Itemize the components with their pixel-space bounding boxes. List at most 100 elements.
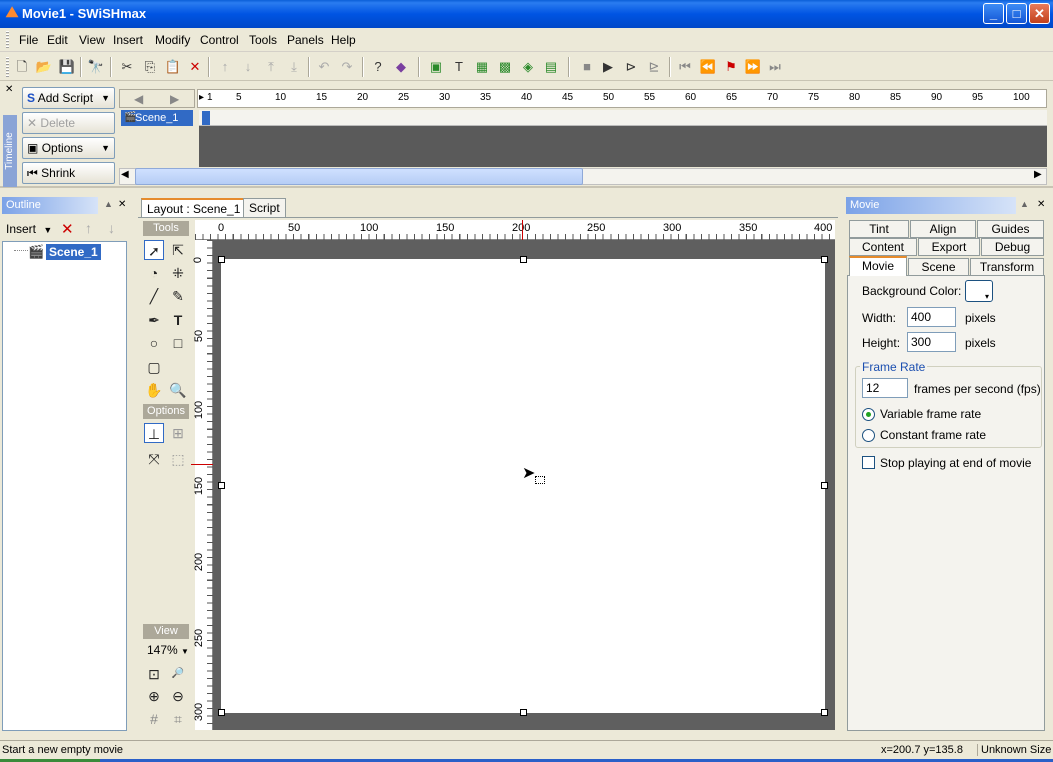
scene-frames-row[interactable] bbox=[199, 110, 1047, 126]
shrink-button[interactable]: ⏮ Shrink bbox=[22, 162, 115, 184]
resize-handle-w[interactable] bbox=[218, 482, 225, 489]
hand-tool-icon[interactable]: ✋ bbox=[144, 380, 164, 400]
zoom-tool-icon[interactable]: 🔍 bbox=[168, 380, 188, 400]
pencil-tool-icon[interactable]: ✎ bbox=[168, 286, 188, 306]
outline-move-down-icon[interactable]: ↓ bbox=[108, 220, 115, 236]
snap-grid-icon[interactable]: ⌗ bbox=[168, 709, 188, 729]
timeline-side-tab[interactable]: Timeline bbox=[3, 115, 17, 187]
play-icon[interactable]: ▶ bbox=[598, 58, 618, 76]
open-icon[interactable]: 📂 bbox=[34, 58, 54, 76]
menu-panels[interactable]: Panels bbox=[287, 33, 324, 47]
delete-button[interactable]: ✕ Delete bbox=[22, 112, 115, 134]
paste-icon[interactable]: 📋 bbox=[163, 58, 183, 76]
redo-icon[interactable]: ↷ bbox=[337, 58, 357, 76]
copy-icon[interactable]: ⎘ bbox=[140, 58, 160, 76]
subselect-tool-icon[interactable]: ⇱ bbox=[168, 240, 188, 260]
timeline-close-icon[interactable]: ✕ bbox=[5, 84, 13, 95]
motion-path-tool-icon[interactable]: ⁜ bbox=[168, 263, 188, 283]
stage-canvas[interactable] bbox=[221, 259, 825, 713]
tab-debug[interactable]: Debug bbox=[981, 238, 1044, 256]
add-script-button[interactable]: S Add Script ▼ bbox=[22, 87, 115, 109]
insert-text-icon[interactable]: T bbox=[449, 58, 469, 76]
insert-content-icon[interactable]: ▩ bbox=[495, 58, 515, 76]
minimize-button[interactable]: _ bbox=[983, 3, 1004, 24]
delete-icon[interactable]: ✕ bbox=[185, 58, 205, 76]
rectangle-tool-icon[interactable]: □ bbox=[168, 333, 188, 353]
move-up-icon[interactable]: ↑ bbox=[215, 58, 235, 76]
zoom-out-icon[interactable]: ⊖ bbox=[168, 686, 188, 706]
resize-handle-ne[interactable] bbox=[821, 256, 828, 263]
outline-scene-item[interactable]: Scene_1 bbox=[46, 244, 101, 260]
save-icon[interactable]: 💾 bbox=[57, 58, 77, 76]
menu-view[interactable]: View bbox=[79, 33, 105, 47]
first-frame-icon[interactable]: ⏮ bbox=[675, 58, 695, 76]
tab-tint[interactable]: Tint bbox=[849, 220, 909, 238]
resize-handle-e[interactable] bbox=[821, 482, 828, 489]
height-input[interactable]: 300 bbox=[907, 332, 956, 352]
move-bottom-icon[interactable]: ⤓ bbox=[284, 58, 304, 76]
width-input[interactable]: 400 bbox=[907, 307, 956, 327]
select-tool-icon[interactable]: ➚ bbox=[144, 240, 164, 260]
outline-close-icon[interactable]: ✕ bbox=[118, 199, 126, 210]
menu-control[interactable]: Control bbox=[200, 33, 239, 47]
stop-playing-checkbox[interactable] bbox=[862, 456, 875, 469]
context-help-icon[interactable]: ? bbox=[368, 58, 388, 76]
tab-movie[interactable]: Movie bbox=[849, 256, 907, 276]
panel-close-icon[interactable]: ✕ bbox=[1037, 199, 1045, 210]
last-frame-icon[interactable]: ⏭ bbox=[765, 58, 785, 76]
tab-export[interactable]: Export bbox=[918, 238, 980, 256]
next-frame-icon[interactable]: ⏩ bbox=[743, 58, 763, 76]
maximize-button[interactable]: □ bbox=[1006, 3, 1027, 24]
scroll-left-icon[interactable]: ◀ bbox=[121, 169, 129, 180]
distort-option-icon[interactable]: ⬚ bbox=[168, 449, 188, 469]
menu-file[interactable]: File bbox=[19, 33, 38, 47]
outline-tree[interactable] bbox=[2, 241, 127, 731]
ellipse-tool-icon[interactable]: ○ bbox=[144, 333, 164, 353]
close-button[interactable]: ✕ bbox=[1029, 3, 1050, 24]
outline-collapse-icon[interactable]: ▲ bbox=[104, 199, 113, 209]
outline-move-up-icon[interactable]: ↑ bbox=[85, 220, 92, 236]
new-icon[interactable]: 🗋 bbox=[12, 58, 32, 76]
pen-tool-icon[interactable]: ✒ bbox=[144, 310, 164, 330]
move-down-icon[interactable]: ↓ bbox=[238, 58, 258, 76]
reshape-tool-icon[interactable]: ◔ bbox=[144, 263, 164, 283]
move-top-icon[interactable]: ⤒ bbox=[261, 58, 281, 76]
tab-content[interactable]: Content bbox=[849, 238, 917, 256]
outline-insert-menu[interactable]: Insert ▼ bbox=[6, 222, 52, 236]
panel-collapse-icon[interactable]: ▲ bbox=[1020, 199, 1029, 209]
tab-guides[interactable]: Guides bbox=[977, 220, 1044, 238]
constant-rate-radio[interactable] bbox=[862, 429, 875, 442]
goto-frame-icon[interactable]: ⚑ bbox=[721, 58, 741, 76]
tab-align[interactable]: Align bbox=[910, 220, 976, 238]
menu-insert[interactable]: Insert bbox=[113, 33, 143, 47]
tab-scene[interactable]: Scene bbox=[908, 258, 969, 276]
cut-icon[interactable]: ✂ bbox=[117, 58, 137, 76]
outline-delete-icon[interactable]: ✕ bbox=[61, 220, 74, 238]
zoom-fit-icon[interactable]: ⊡ bbox=[144, 664, 164, 684]
resize-handle-s[interactable] bbox=[520, 709, 527, 716]
insert-image-icon[interactable]: ▦ bbox=[472, 58, 492, 76]
stop-icon[interactable]: ■ bbox=[577, 58, 597, 76]
prev-frame-icon[interactable]: ⏪ bbox=[698, 58, 718, 76]
insert-button-icon[interactable]: ▤ bbox=[541, 58, 561, 76]
resize-handle-se[interactable] bbox=[821, 709, 828, 716]
find-icon[interactable]: 🔭 bbox=[86, 58, 106, 76]
tab-layout[interactable]: Layout : Scene_1 bbox=[141, 198, 247, 218]
insert-scene-icon[interactable]: ▣ bbox=[426, 58, 446, 76]
options-button[interactable]: ▣ Options ▼ bbox=[22, 137, 115, 159]
tab-script[interactable]: Script bbox=[243, 198, 286, 218]
play-effect-icon[interactable]: ⊵ bbox=[644, 58, 664, 76]
tutorial-icon[interactable]: ◆ bbox=[391, 58, 411, 76]
zoom-100-icon[interactable]: 🔎 bbox=[168, 664, 188, 684]
undo-icon[interactable]: ↶ bbox=[314, 58, 334, 76]
resize-handle-nw[interactable] bbox=[218, 256, 225, 263]
autoshape-tool-icon[interactable]: ▢ bbox=[144, 357, 164, 377]
background-color-picker[interactable]: ▾ bbox=[965, 280, 993, 302]
insert-sprite-icon[interactable]: ◈ bbox=[518, 58, 538, 76]
next-frame-arrow-icon[interactable]: ▶ bbox=[170, 92, 179, 106]
prev-frame-arrow-icon[interactable]: ◀ bbox=[134, 92, 143, 106]
snap-option-icon[interactable]: ⊥ bbox=[144, 423, 164, 443]
line-tool-icon[interactable]: ╱ bbox=[144, 286, 164, 306]
zoom-level-select[interactable]: 147% ▼ bbox=[147, 643, 189, 657]
menu-help[interactable]: Help bbox=[331, 33, 356, 47]
